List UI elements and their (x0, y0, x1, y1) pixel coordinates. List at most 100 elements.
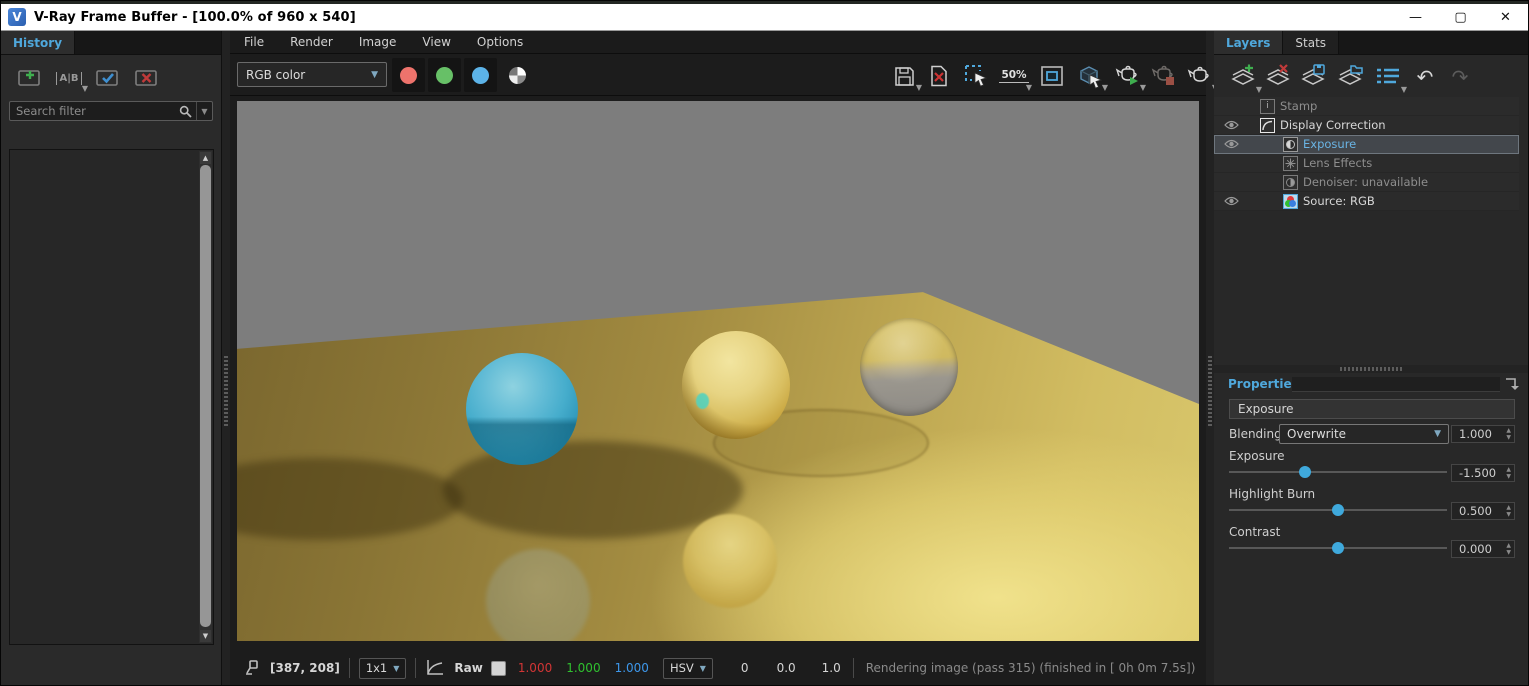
properties-splitter[interactable] (1214, 365, 1529, 373)
highlight-burn-value-spinner[interactable]: 0.500 ▲▼ (1451, 502, 1515, 520)
blending-weight-spinner[interactable]: 1.000 ▲▼ (1451, 425, 1515, 443)
search-icon (174, 102, 196, 120)
slider-thumb[interactable] (1332, 504, 1344, 516)
follow-mouse-button[interactable]: ▼ (1076, 62, 1104, 90)
slider-thumb[interactable] (1299, 466, 1311, 478)
search-options-dropdown[interactable]: ▼ (196, 102, 212, 120)
green-dot-icon (436, 67, 453, 84)
load-layer-tree-button[interactable] (1335, 62, 1365, 92)
history-list[interactable]: ▲ ▼ (9, 149, 214, 645)
menu-options[interactable]: Options (477, 35, 523, 49)
region-render-button[interactable] (1038, 62, 1066, 90)
blue-value: 1.000 (615, 661, 649, 675)
layers-panel: Layers Stats ▼ ▼ ↶ ↷ (1214, 31, 1529, 686)
contrast-slider[interactable] (1229, 541, 1447, 555)
redo-button[interactable]: ↷ (1445, 62, 1475, 92)
pin-coordinates-icon[interactable] (244, 659, 260, 677)
maximize-button[interactable]: ▢ (1438, 4, 1483, 30)
stamp-icon: i (1260, 99, 1275, 114)
color-curve-icon[interactable] (425, 659, 445, 677)
gold-sphere (682, 331, 790, 439)
layer-row-denoiser[interactable]: Denoiser: unavailable (1214, 173, 1519, 192)
raw-label: Raw (454, 661, 482, 675)
vray-logo-icon: V (8, 8, 26, 26)
history-remove-button[interactable] (132, 65, 162, 91)
pixel-ratio-select[interactable]: 1x1▼ (359, 658, 407, 679)
history-search: ▼ (9, 101, 213, 121)
blue-dot-icon (472, 67, 489, 84)
window-title: V-Ray Frame Buffer - [100.0% of 960 x 54… (34, 10, 356, 25)
region-select-button[interactable] (962, 62, 990, 90)
history-scrollbar[interactable]: ▲ ▼ (199, 151, 212, 643)
render-button[interactable]: ▼ (1114, 62, 1142, 90)
highlight-burn-slider-label: Highlight Burn (1229, 487, 1315, 501)
titlebar[interactable]: V V-Ray Frame Buffer - [100.0% of 960 x … (1, 4, 1528, 31)
blending-select[interactable]: Overwrite ▼ (1279, 424, 1449, 444)
menu-render[interactable]: Render (290, 35, 333, 49)
stop-render-button[interactable] (1150, 62, 1178, 90)
blue-channel-button[interactable] (464, 58, 497, 92)
red-value: 1.000 (518, 661, 552, 675)
menu-view[interactable]: View (422, 35, 450, 49)
scrollbar-thumb[interactable] (200, 165, 211, 627)
scroll-down-icon[interactable]: ▼ (200, 630, 211, 642)
hue-value: 0 (741, 661, 749, 675)
scroll-up-icon[interactable]: ▲ (200, 152, 211, 164)
right-splitter[interactable] (1206, 31, 1214, 686)
search-filter-input[interactable] (10, 102, 174, 120)
layer-tree: i Stamp Display Correction Exposure (1214, 97, 1519, 211)
layer-row-lens-effects[interactable]: Lens Effects (1214, 154, 1519, 173)
tab-layers[interactable]: Layers (1214, 31, 1283, 54)
layer-presets-button[interactable]: ▼ (1373, 62, 1403, 92)
history-load-button[interactable] (93, 65, 123, 91)
blending-label: Blending (1229, 427, 1279, 441)
chevron-down-icon: ▼ (1434, 429, 1441, 439)
layer-row-exposure[interactable]: Exposure (1214, 135, 1519, 154)
history-save-button[interactable] (15, 65, 45, 91)
red-channel-button[interactable] (392, 58, 425, 92)
visibility-eye-icon[interactable] (1214, 120, 1248, 130)
layer-row-source-rgb[interactable]: Source: RGB (1214, 192, 1519, 211)
clear-image-button[interactable] (925, 62, 953, 90)
left-splitter[interactable] (222, 31, 230, 686)
layer-row-stamp[interactable]: i Stamp (1214, 97, 1519, 116)
delete-layer-button[interactable] (1263, 62, 1293, 92)
properties-options-icon[interactable] (1504, 376, 1522, 392)
menu-image[interactable]: Image (359, 35, 397, 49)
red-dot-icon (400, 67, 417, 84)
render-last-button[interactable]: ▼ (1186, 62, 1214, 90)
render-viewport[interactable] (237, 101, 1199, 641)
visibility-eye-icon[interactable] (1214, 196, 1248, 206)
menu-file[interactable]: File (244, 35, 264, 49)
contrast-value-spinner[interactable]: 0.000 ▲▼ (1451, 540, 1515, 558)
glass-sphere (860, 318, 958, 416)
tab-stats[interactable]: Stats (1283, 31, 1339, 54)
visibility-eye-icon[interactable] (1214, 139, 1248, 149)
exposure-value-spinner[interactable]: -1.500 ▲▼ (1451, 464, 1515, 482)
add-layer-button[interactable]: ▼ (1228, 62, 1258, 92)
minimize-button[interactable]: — (1393, 4, 1438, 30)
zoom-50-button[interactable]: 50% ▼ (1000, 62, 1028, 90)
slider-thumb[interactable] (1332, 542, 1344, 554)
exposure-slider[interactable] (1229, 465, 1447, 479)
channel-select[interactable]: RGB color ▼ (237, 62, 387, 87)
close-button[interactable]: ✕ (1483, 4, 1528, 30)
scene-reflection (683, 514, 777, 608)
save-layer-tree-button[interactable] (1298, 62, 1328, 92)
layer-row-display-correction[interactable]: Display Correction (1214, 116, 1519, 135)
undo-button[interactable]: ↶ (1410, 62, 1440, 92)
tab-history[interactable]: History (1, 31, 75, 54)
history-tabbar: History (1, 31, 221, 55)
mono-channel-button[interactable] (509, 67, 526, 84)
color-mode-select[interactable]: HSV▼ (663, 658, 713, 679)
green-channel-button[interactable] (428, 58, 461, 92)
source-rgb-icon (1283, 194, 1298, 209)
status-bar: [387, 208] 1x1▼ Raw 1.000 1.000 1.000 HS… (230, 653, 1206, 683)
main-toolbar: RGB color ▼ ▼ 50% ▼ (230, 54, 1206, 96)
render-status-text: Rendering image (pass 315) (finished in … (866, 661, 1196, 675)
history-compare-button[interactable]: A|B ▼ (54, 65, 84, 91)
lens-effects-icon (1283, 156, 1298, 171)
layers-tabbar: Layers Stats (1214, 31, 1529, 55)
save-image-button[interactable]: ▼ (890, 62, 918, 90)
highlight-burn-slider[interactable] (1229, 503, 1447, 517)
